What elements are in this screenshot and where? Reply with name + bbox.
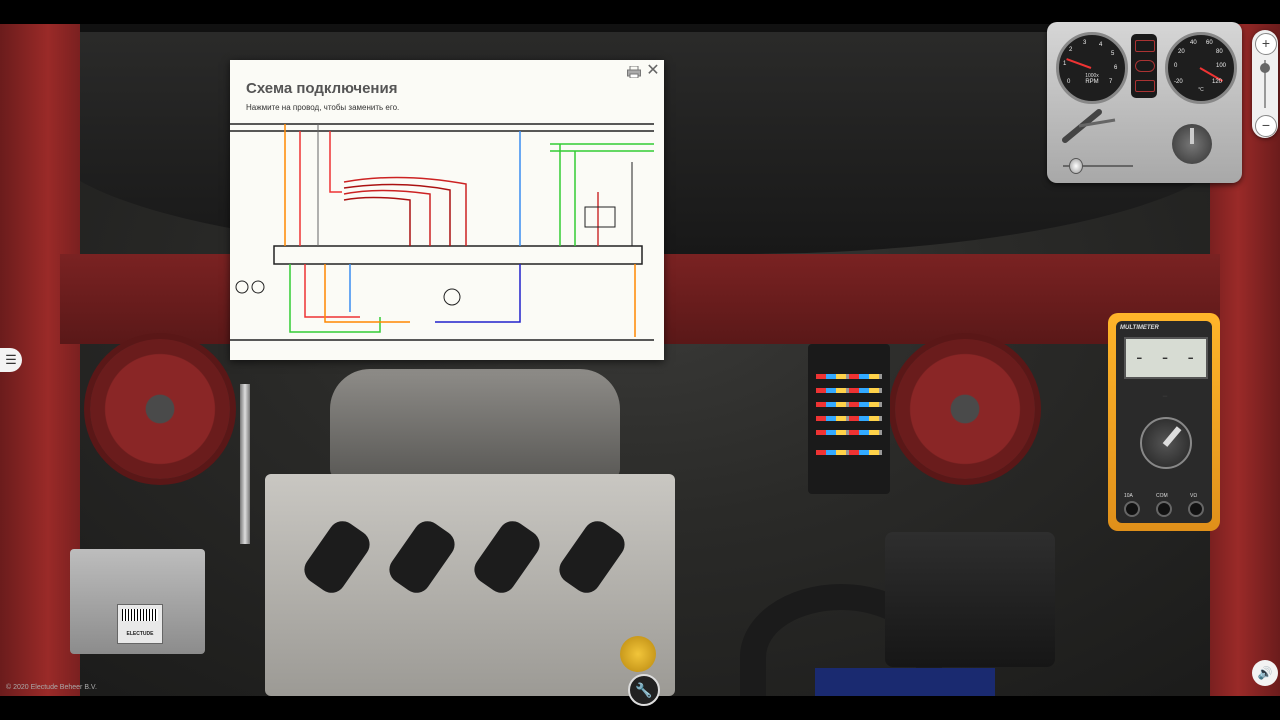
temp-tick: 60 (1206, 40, 1213, 46)
wrench-icon[interactable]: 🔧 (628, 674, 660, 706)
fuse-row[interactable] (816, 416, 882, 421)
jack-v-ohm[interactable] (1188, 501, 1204, 517)
battery-warning-icon (1135, 40, 1155, 52)
ecu-brand: ELECTUDE (126, 631, 154, 637)
rpm-label: RPM (1085, 79, 1099, 85)
jack-label: VΩ (1190, 493, 1198, 499)
jack-10a[interactable] (1124, 501, 1140, 517)
dial-pointer (1162, 426, 1182, 447)
oil-warning-icon (1135, 60, 1155, 72)
zoom-slider-thumb[interactable] (1260, 63, 1270, 73)
relay-row[interactable] (816, 450, 882, 455)
left-strut-tower (90, 339, 230, 479)
copyright: © 2020 Electude Beheer B.V. (6, 684, 97, 691)
multimeter-label: MULTIMETER (1120, 325, 1159, 331)
zoom-out-button[interactable]: − (1255, 115, 1277, 137)
knob-pointer (1190, 128, 1194, 144)
engine-warning-icon (1135, 80, 1155, 92)
temp-tick: 40 (1190, 40, 1197, 46)
wiring-diagram-dialog: Схема подключения Нажмите на провод, что… (230, 60, 664, 360)
battery[interactable] (815, 668, 995, 696)
jack-com[interactable] (1156, 501, 1172, 517)
temp-tick: 100 (1216, 63, 1227, 69)
rpm-tick: 2 (1069, 47, 1073, 53)
temp-tick: -20 (1174, 79, 1183, 85)
rpm-tick: 6 (1114, 65, 1118, 71)
dialog-title: Схема подключения (246, 80, 398, 97)
oil-filler-cap[interactable] (620, 636, 656, 672)
rpm-tick: 3 (1083, 40, 1087, 46)
jack-label: COM (1156, 493, 1168, 499)
instrument-panel: 0 1 2 3 4 5 6 7 1000x RPM -20 0 20 40 60… (1047, 22, 1242, 183)
print-icon[interactable] (627, 66, 641, 78)
dialog-subtitle: Нажмите на провод, чтобы заменить его. (246, 103, 400, 112)
wiring-diagram[interactable] (230, 122, 664, 360)
rpm-tick: 4 (1099, 42, 1103, 48)
rpm-gauge: 0 1 2 3 4 5 6 7 1000x RPM (1056, 32, 1128, 104)
temp-tick: 120 (1212, 79, 1223, 85)
rpm-tick: 5 (1111, 51, 1115, 57)
throttle-slider[interactable] (1069, 158, 1083, 174)
zoom-control: + − (1252, 30, 1278, 138)
right-strut-tower (895, 339, 1035, 479)
temp-unit: °C (1198, 87, 1204, 93)
dipstick-tube (240, 384, 250, 544)
temp-tick: 0 (1174, 63, 1178, 69)
multimeter-dial[interactable] (1140, 417, 1192, 469)
ignition-key-icon[interactable] (1059, 106, 1119, 146)
multimeter-body: MULTIMETER - - - - 10A COM VΩ (1116, 321, 1212, 523)
fuse-row[interactable] (816, 430, 882, 435)
multimeter[interactable]: MULTIMETER - - - - 10A COM VΩ (1108, 313, 1220, 531)
multimeter-display: - - - - (1124, 337, 1208, 406)
intake-manifold (330, 369, 620, 479)
temperature-gauge: -20 0 20 40 60 80 100 120 °C (1165, 32, 1237, 104)
climate-knob[interactable] (1172, 124, 1212, 164)
jack-label: 10A (1124, 493, 1133, 499)
ecu-label: ELECTUDE (117, 604, 163, 644)
fuse-row[interactable] (816, 402, 882, 407)
zoom-in-button[interactable]: + (1255, 33, 1277, 55)
fuse-box[interactable] (808, 344, 890, 494)
rpm-needle (1066, 58, 1092, 69)
temp-tick: 80 (1216, 49, 1223, 55)
barcode-icon (122, 609, 158, 621)
temp-tick: 20 (1178, 49, 1185, 55)
speaker-icon[interactable]: 🔊 (1252, 660, 1278, 686)
fuse-row[interactable] (816, 388, 882, 393)
warning-lights (1131, 34, 1157, 98)
air-filter-box[interactable] (885, 532, 1055, 667)
close-icon[interactable]: ✕ (645, 62, 661, 80)
rpm-tick: 1 (1063, 61, 1067, 67)
fuse-row[interactable] (816, 374, 882, 379)
